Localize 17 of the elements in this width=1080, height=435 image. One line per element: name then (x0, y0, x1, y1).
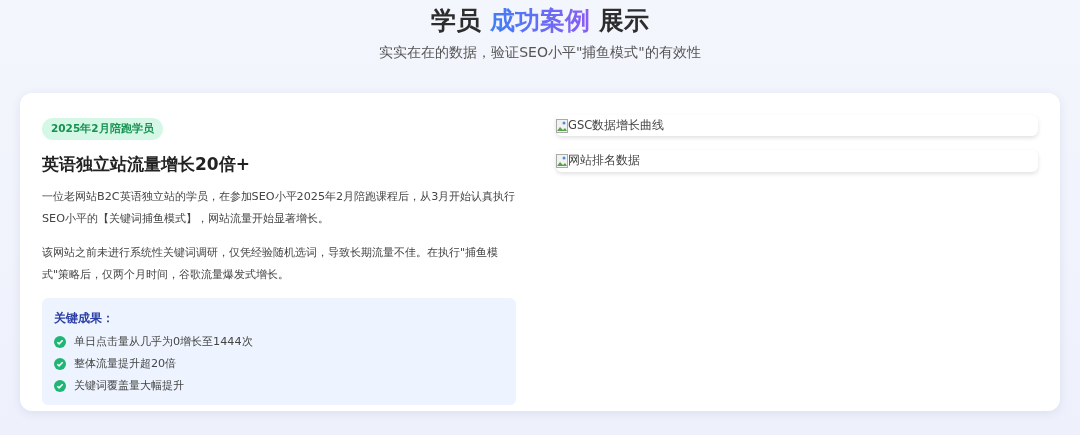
result-text: 单日点击量从几乎为0增长至1444次 (74, 334, 253, 351)
image-alt-text: GSC数据增长曲线 (568, 117, 665, 134)
result-text: 整体流量提升超20倍 (74, 356, 177, 373)
page-title: 学员 成功案例 展示 (430, 5, 650, 36)
category-badge: 2025年2月陪跑学员 (42, 118, 163, 140)
broken-image-icon (556, 153, 568, 168)
broken-image-icon (556, 118, 568, 133)
result-text: 关键词覆盖量大幅提升 (74, 378, 184, 395)
image-alt-text: 网站排名数据 (568, 152, 640, 170)
check-circle-icon (54, 380, 66, 393)
description-paragraph: 该网站之前未进行系统性关键词调研，仅凭经验随机选词，导致长期流量不佳。在执行"捕鱼模式"策略后，仅两个月时间，谷歌流量爆发式增长。 (42, 245, 500, 284)
check-circle-icon (54, 336, 66, 349)
check-circle-icon (54, 358, 66, 371)
description-paragraph: 一位老网站B2C英语独立站的学员，在参加SEO小平2025年2月陪跑课程后，从3月开始认真执行SEO小平的【关键词捕鱼模式】，网站流量开始显著增长。 (42, 189, 516, 228)
results-heading: 关键成果： (54, 310, 115, 328)
case-title: 英语独立站流量增长20倍+ (42, 153, 251, 175)
page-subtitle: 实实在在的数据，验证SEO小平"捕鱼模式"的有效性 (378, 43, 702, 62)
